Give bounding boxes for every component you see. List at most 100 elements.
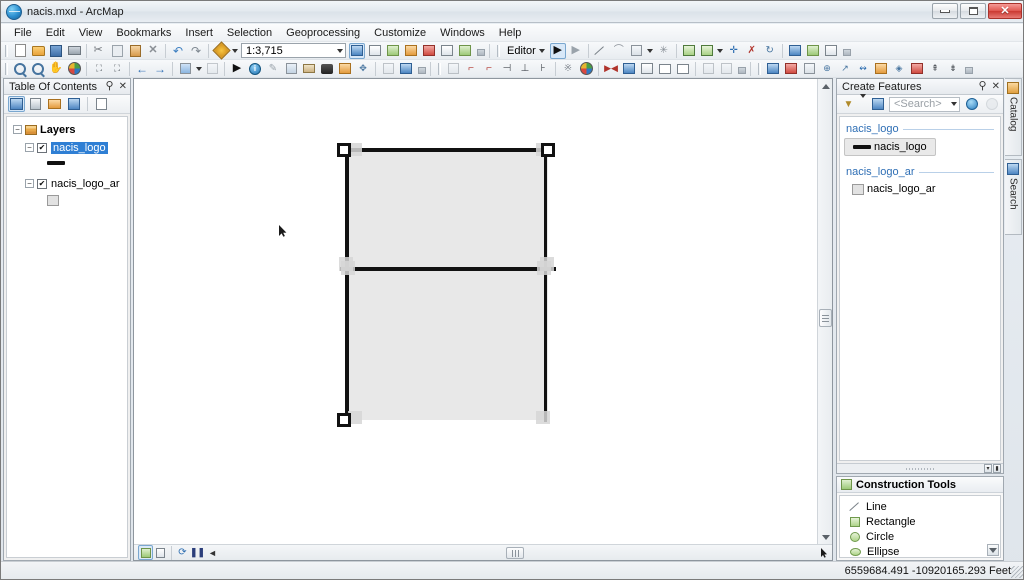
open-document-icon[interactable]: [30, 43, 46, 59]
menu-customize[interactable]: Customize: [367, 25, 433, 41]
editor-menu-button[interactable]: Editor: [503, 45, 549, 57]
reshape-feature-icon[interactable]: [699, 43, 715, 59]
snapping-point-icon[interactable]: [765, 61, 781, 77]
feature-template-nacis-logo[interactable]: nacis_logo: [844, 138, 936, 156]
list-by-selection-icon[interactable]: [65, 96, 82, 112]
menu-windows[interactable]: Windows: [433, 25, 492, 41]
snapping-end-icon[interactable]: [783, 61, 799, 77]
chevron-down-icon[interactable]: [337, 48, 343, 53]
snapping-intersection-icon[interactable]: ↗: [837, 61, 853, 77]
zoom-out-icon[interactable]: [30, 61, 46, 77]
topology-reshape-edge-icon[interactable]: ⌐: [481, 61, 497, 77]
data-driven-pages-icon[interactable]: ◄: [205, 545, 220, 560]
close-button[interactable]: ✕: [988, 3, 1022, 19]
toc-layer-nacis-logo[interactable]: − ✔ nacis_logo: [7, 140, 127, 155]
toc-layer-nacis-logo-ar[interactable]: − ✔ nacis_logo_ar: [7, 176, 127, 191]
close-icon[interactable]: ✕: [119, 81, 127, 92]
topology-modify-edge-icon[interactable]: ⌐: [463, 61, 479, 77]
construction-tools-list[interactable]: Line Rectangle Circle Ellipse: [839, 495, 1001, 558]
georeferencing-icon[interactable]: ↭: [855, 61, 871, 77]
attribute-transfer-icon[interactable]: [621, 61, 637, 77]
map-canvas[interactable]: [134, 79, 818, 545]
search-window-icon[interactable]: [403, 43, 419, 59]
menu-bookmarks[interactable]: Bookmarks: [109, 25, 178, 41]
dock-tab-catalog[interactable]: Catalog: [1005, 78, 1022, 156]
pan-icon[interactable]: ✋: [48, 61, 64, 77]
pause-drawing-icon[interactable]: ❚❚: [190, 545, 205, 560]
edit-annotation-tool-icon[interactable]: ▶: [568, 43, 584, 59]
search-input[interactable]: <Search>: [889, 96, 960, 112]
tools-toolbar-overflow-button[interactable]: [417, 62, 426, 76]
horizontal-scroll-thumb[interactable]: [506, 547, 524, 559]
full-extent-icon[interactable]: [66, 61, 82, 77]
layer-visibility-checkbox[interactable]: ✔: [37, 178, 47, 189]
paste-icon[interactable]: [127, 43, 143, 59]
construction-tool-line[interactable]: Line: [840, 499, 1000, 514]
model-builder-icon[interactable]: [457, 43, 473, 59]
cut-icon[interactable]: ✂: [91, 43, 107, 59]
fixed-zoom-out-icon[interactable]: ⛶: [109, 61, 125, 77]
add-control-points-icon[interactable]: ⇞: [927, 61, 943, 77]
edit-match-links-icon[interactable]: [639, 61, 655, 77]
sketch-properties-icon[interactable]: [805, 43, 821, 59]
topology-toolbar-grip[interactable]: [437, 62, 442, 76]
select-elements-icon[interactable]: ▶: [229, 61, 245, 77]
selection-handle[interactable]: [536, 411, 550, 424]
dock-tab-search[interactable]: Search: [1005, 159, 1022, 235]
versioning-icon[interactable]: [718, 61, 734, 77]
python-window-icon[interactable]: [439, 43, 455, 59]
vertex-handle[interactable]: [337, 413, 351, 427]
list-by-drawing-order-icon[interactable]: [8, 96, 25, 112]
construction-tool-ellipse[interactable]: Ellipse: [840, 544, 1000, 557]
map-scale-combobox[interactable]: 1:3,715: [241, 43, 346, 58]
identify-icon[interactable]: i: [247, 61, 263, 77]
scroll-down-icon[interactable]: [818, 530, 832, 545]
selection-handle[interactable]: [540, 257, 554, 271]
delete-icon[interactable]: ✕: [145, 43, 161, 59]
spatial-adjustment-icon[interactable]: ▶◀: [603, 61, 619, 77]
scroll-down-icon[interactable]: [987, 544, 999, 556]
editor-toolbar-icon[interactable]: [349, 42, 365, 59]
data-view-icon[interactable]: [138, 545, 153, 560]
midpoint-tool-icon[interactable]: ✳: [656, 43, 672, 59]
editor-toolbar-overflow-button[interactable]: [842, 44, 851, 58]
attributes-window-icon[interactable]: [787, 43, 803, 59]
scroll-up-icon[interactable]: [818, 79, 832, 94]
redo-icon[interactable]: ↷: [188, 43, 204, 59]
print-icon[interactable]: [66, 43, 82, 59]
vertex-handle[interactable]: [541, 143, 555, 157]
topology-validate-icon[interactable]: ※: [560, 61, 576, 77]
find-route-icon[interactable]: [337, 61, 353, 77]
pin-icon[interactable]: ⚲: [979, 81, 987, 92]
generalize-icon[interactable]: ⊥: [517, 61, 533, 77]
tools-toolbar-grip[interactable]: [4, 62, 9, 76]
toc-root-layers[interactable]: − Layers: [7, 122, 127, 137]
error-inspector-icon[interactable]: [578, 61, 594, 77]
new-map-document-icon[interactable]: [12, 43, 28, 59]
options-icon[interactable]: [93, 96, 110, 112]
hyperlink-icon[interactable]: ✎: [265, 61, 281, 77]
clear-search-icon[interactable]: [983, 96, 1000, 112]
snapping-edge-icon[interactable]: ⊕: [819, 61, 835, 77]
catalog-window-icon[interactable]: [385, 43, 401, 59]
minimize-button[interactable]: [932, 3, 958, 19]
maximize-button[interactable]: [960, 3, 986, 19]
expander-icon[interactable]: −: [25, 143, 34, 152]
splitter-expand-button[interactable]: ▮: [993, 464, 1001, 473]
reshape-dropdown-icon[interactable]: [717, 43, 724, 59]
expander-icon[interactable]: −: [25, 179, 34, 188]
toolbar-grip[interactable]: [4, 44, 9, 58]
rotate-tool-icon[interactable]: ↻: [762, 43, 778, 59]
align-edge-icon[interactable]: ⊣: [499, 61, 515, 77]
measure-icon[interactable]: [301, 61, 317, 77]
rotate-raster-icon[interactable]: [873, 61, 889, 77]
go-forward-extent-icon[interactable]: →: [152, 61, 168, 77]
view-link-table-icon[interactable]: [657, 61, 673, 77]
add-data-dropdown-icon[interactable]: [231, 43, 238, 59]
list-by-visibility-icon[interactable]: [46, 96, 63, 112]
editor-toolbar-grip[interactable]: [496, 44, 501, 58]
trace-tool-icon[interactable]: [629, 43, 645, 59]
menu-help[interactable]: Help: [492, 25, 529, 41]
undo-icon[interactable]: ↶: [170, 43, 186, 59]
go-back-extent-icon[interactable]: ←: [134, 61, 150, 77]
